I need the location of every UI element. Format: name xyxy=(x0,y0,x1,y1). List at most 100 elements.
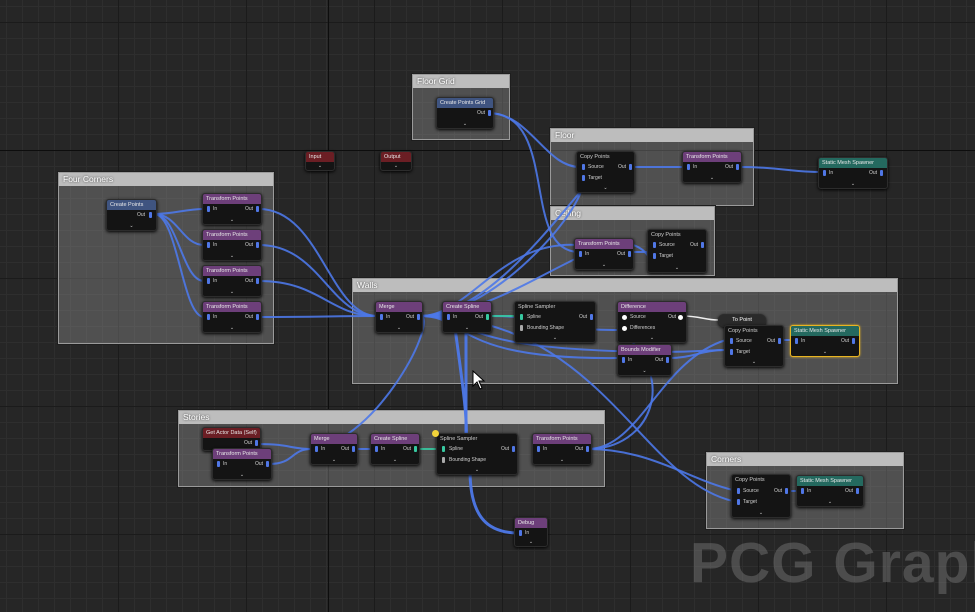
chevron-down-icon[interactable]: ⌄ xyxy=(751,360,757,365)
node-transform-points-3[interactable]: Transform Points In Out ⌄ xyxy=(202,265,262,297)
chevron-down-icon[interactable]: ⌄ xyxy=(392,458,398,463)
chevron-down-icon[interactable]: ⌄ xyxy=(603,186,609,191)
pin-out-icon[interactable] xyxy=(255,440,258,446)
chevron-down-icon[interactable]: ⌄ xyxy=(642,369,648,374)
pin-in-icon[interactable] xyxy=(687,164,690,170)
node-copy-points-walls[interactable]: Copy Points Source Out Target ⌄ xyxy=(724,325,784,367)
node-transform-points-stories[interactable]: Transform Points In Out ⌄ xyxy=(212,448,272,480)
pin-out-icon[interactable] xyxy=(256,206,259,212)
node-bounds-modifier[interactable]: Bounds Modifier In Out ⌄ xyxy=(617,344,672,376)
chevron-down-icon[interactable]: ⌄ xyxy=(331,458,337,463)
pin-out-icon[interactable] xyxy=(590,314,593,320)
node-static-mesh-spawner[interactable]: Static Mesh Spawner In Out ⌄ xyxy=(818,157,888,189)
chevron-down-icon[interactable]: ⌄ xyxy=(474,468,480,473)
pin-target-icon[interactable] xyxy=(730,349,733,355)
pin-in-icon[interactable] xyxy=(315,446,318,452)
pin-out-icon[interactable] xyxy=(628,251,631,257)
pin-out-icon[interactable] xyxy=(785,488,788,494)
chevron-down-icon[interactable]: ⌄ xyxy=(827,500,833,505)
chevron-down-icon[interactable]: ⌄ xyxy=(229,290,235,295)
pin-in-icon[interactable] xyxy=(537,446,540,452)
chevron-down-icon[interactable]: ⌄ xyxy=(317,164,323,169)
pin-out-icon[interactable] xyxy=(352,446,355,452)
pin-in-icon[interactable] xyxy=(207,242,210,248)
chevron-down-icon[interactable]: ⌄ xyxy=(229,218,235,223)
pin-source-icon[interactable] xyxy=(730,338,733,344)
pin-out-icon[interactable] xyxy=(256,314,259,320)
node-transform-points-ceiling[interactable]: Transform Points In Out ⌄ xyxy=(574,238,634,270)
chevron-down-icon[interactable]: ⌄ xyxy=(239,473,245,478)
pin-out-icon[interactable] xyxy=(629,164,632,170)
chevron-down-icon[interactable]: ⌄ xyxy=(758,511,764,516)
node-static-mesh-spawner-walls[interactable]: Static Mesh Spawner In Out ⌄ xyxy=(790,325,860,357)
chevron-down-icon[interactable]: ⌄ xyxy=(552,336,558,341)
pin-out-icon[interactable] xyxy=(736,164,739,170)
pin-source-icon[interactable] xyxy=(653,242,656,248)
pin-out-icon[interactable] xyxy=(852,338,855,344)
node-transform-points-2[interactable]: Transform Points In Out ⌄ xyxy=(202,229,262,261)
pin-in-icon[interactable] xyxy=(519,530,522,536)
chevron-down-icon[interactable]: ⌄ xyxy=(822,350,828,355)
pin-out-icon[interactable] xyxy=(266,461,269,467)
chevron-down-icon[interactable]: ⌄ xyxy=(229,254,235,259)
node-transform-points-4[interactable]: Transform Points In Out ⌄ xyxy=(202,301,262,333)
pin-spline-icon[interactable] xyxy=(442,446,445,452)
node-transform-points[interactable]: Transform Points In Out ⌄ xyxy=(682,151,742,183)
pin-target-icon[interactable] xyxy=(737,499,740,505)
pin-in-icon[interactable] xyxy=(801,488,804,494)
chevron-down-icon[interactable]: ⌄ xyxy=(464,326,470,331)
pin-out-icon[interactable] xyxy=(586,446,589,452)
node-static-mesh-spawner-corners[interactable]: Static Mesh Spawner In Out ⌄ xyxy=(796,475,864,507)
node-create-spline-stories[interactable]: Create Spline In Out ⌄ xyxy=(370,433,420,465)
pin-out-icon[interactable] xyxy=(414,446,417,452)
chevron-down-icon[interactable]: ⌄ xyxy=(674,266,680,271)
node-debug[interactable]: Debug In ⌄ xyxy=(514,517,548,547)
chevron-down-icon[interactable]: ⌄ xyxy=(393,164,399,169)
pin-in-icon[interactable] xyxy=(579,251,582,257)
node-transform-points-1[interactable]: Transform Points In Out ⌄ xyxy=(202,193,262,225)
chevron-down-icon[interactable]: ⌄ xyxy=(709,176,715,181)
pin-out-icon[interactable] xyxy=(149,212,152,218)
pin-out-icon[interactable] xyxy=(701,242,704,248)
pin-out-icon[interactable] xyxy=(778,338,781,344)
pin-in-icon[interactable] xyxy=(380,314,383,320)
node-spline-sampler[interactable]: Spline Sampler Spline Out Bounding Shape… xyxy=(514,301,596,343)
pin-in-icon[interactable] xyxy=(795,338,798,344)
pin-source-icon[interactable] xyxy=(622,315,627,320)
pin-out-icon[interactable] xyxy=(488,110,491,116)
pin-in-icon[interactable] xyxy=(207,314,210,320)
chevron-down-icon[interactable]: ⌄ xyxy=(396,326,402,331)
pin-in-icon[interactable] xyxy=(217,461,220,467)
node-input[interactable]: Input ⌄ xyxy=(305,151,335,171)
pin-bounding-icon[interactable] xyxy=(520,325,523,331)
node-copy-points[interactable]: Copy Points Source Out Target ⌄ xyxy=(576,151,635,193)
chevron-down-icon[interactable]: ⌄ xyxy=(601,263,607,268)
pin-in-icon[interactable] xyxy=(622,357,625,363)
chevron-down-icon[interactable]: ⌄ xyxy=(462,122,468,127)
pin-in-icon[interactable] xyxy=(375,446,378,452)
node-merge[interactable]: Merge In Out ⌄ xyxy=(375,301,423,333)
node-output[interactable]: Output ⌄ xyxy=(380,151,412,171)
pin-out-icon[interactable] xyxy=(256,278,259,284)
pin-target-icon[interactable] xyxy=(582,175,585,181)
node-copy-points-ceiling[interactable]: Copy Points Source Out Target ⌄ xyxy=(647,229,707,273)
pin-out-icon[interactable] xyxy=(880,170,883,176)
pin-in-icon[interactable] xyxy=(207,206,210,212)
node-copy-points-corners[interactable]: Copy Points Source Out Target ⌄ xyxy=(731,474,791,518)
node-create-spline[interactable]: Create Spline In Out ⌄ xyxy=(442,301,492,333)
pin-target-icon[interactable] xyxy=(653,253,656,259)
pin-in-icon[interactable] xyxy=(823,170,826,176)
node-merge-stories[interactable]: Merge In Out ⌄ xyxy=(310,433,358,465)
node-spline-sampler-stories[interactable]: Spline Sampler Spline Out Bounding Shape… xyxy=(436,433,518,475)
pin-out-icon[interactable] xyxy=(856,488,859,494)
pin-out-icon[interactable] xyxy=(666,357,669,363)
pin-out-icon[interactable] xyxy=(256,242,259,248)
pin-bounding-icon[interactable] xyxy=(442,457,445,463)
chevron-down-icon[interactable]: ⌄ xyxy=(649,336,655,341)
pin-in-icon[interactable] xyxy=(207,278,210,284)
pin-out-icon[interactable] xyxy=(678,315,683,320)
chevron-down-icon[interactable]: ⌄ xyxy=(528,540,534,545)
pin-in-icon[interactable] xyxy=(447,314,450,320)
pin-out-icon[interactable] xyxy=(512,446,515,452)
chevron-down-icon[interactable]: ⌄ xyxy=(129,224,135,229)
